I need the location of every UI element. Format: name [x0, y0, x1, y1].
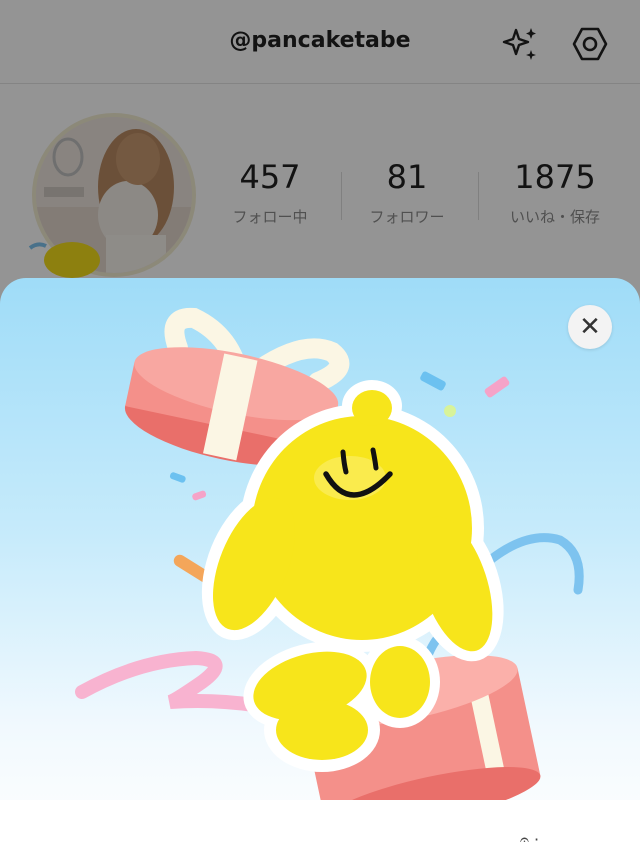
footer-text: 𝄐 · [520, 830, 540, 849]
close-icon: ✕ [579, 312, 601, 342]
celebration-illustration [75, 307, 584, 830]
celebration-modal: ✕ 𝄐 · [0, 278, 640, 853]
modal-footer: 𝄐 · [0, 800, 640, 853]
close-button[interactable]: ✕ [568, 305, 612, 349]
